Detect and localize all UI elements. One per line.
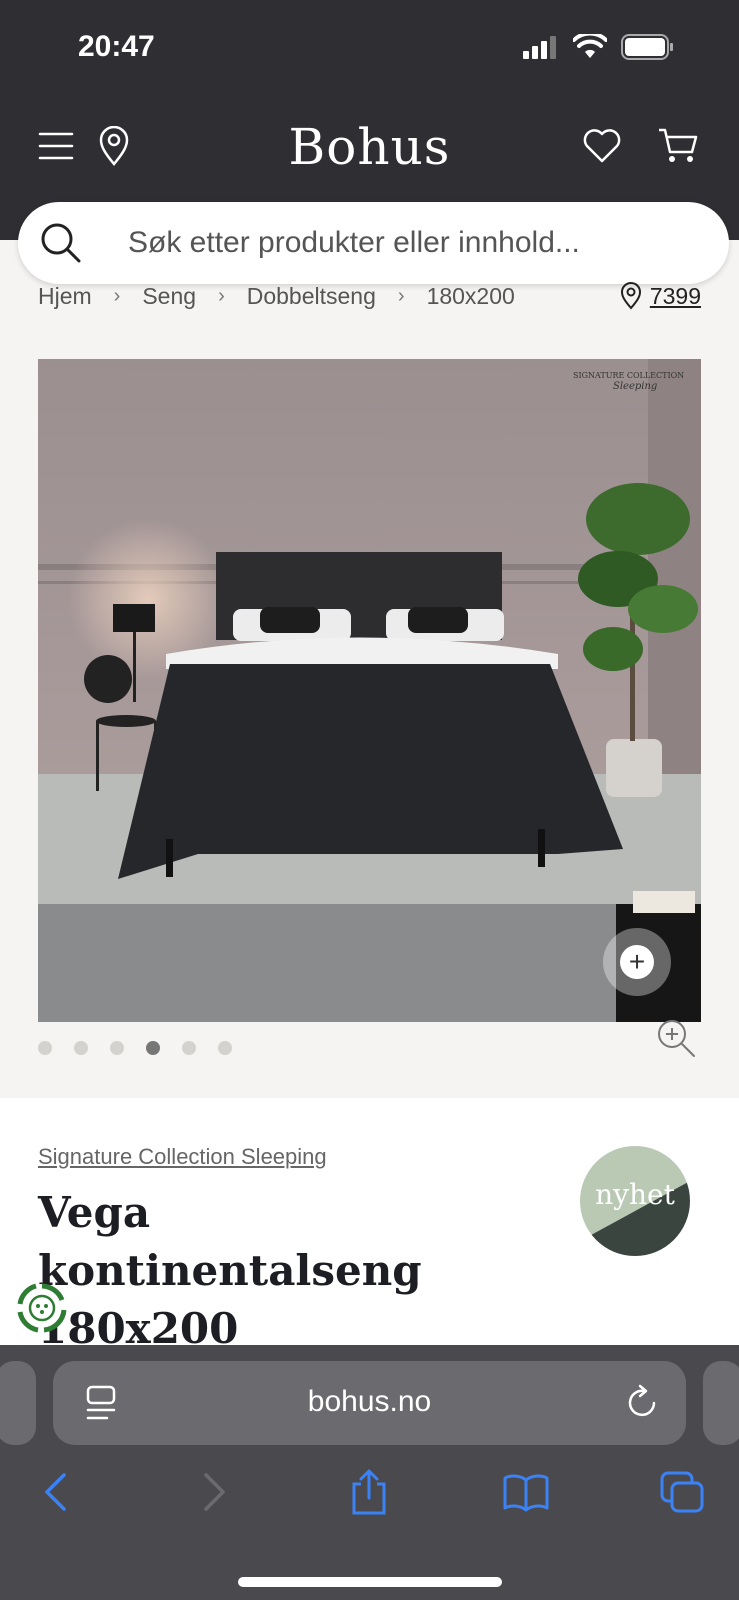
- home-indicator: [238, 1577, 502, 1587]
- magnifier-zoom-icon[interactable]: [656, 1018, 698, 1060]
- bedroom-illustration: SIGNATURE COLLECTION Sleeping: [38, 359, 701, 1022]
- gallery-dot[interactable]: [110, 1041, 124, 1055]
- breadcrumb: Hjem › Seng › Dobbeltseng › 180x200: [38, 283, 515, 310]
- gallery-dot[interactable]: [182, 1041, 196, 1055]
- breadcrumb-dobbeltseng[interactable]: Dobbeltseng: [247, 283, 376, 310]
- gallery-dot[interactable]: [74, 1041, 88, 1055]
- search-icon: [41, 223, 81, 263]
- breadcrumb-size[interactable]: 180x200: [427, 283, 515, 310]
- store-number[interactable]: 7399: [650, 283, 701, 310]
- cart-icon[interactable]: [654, 122, 702, 170]
- url-text[interactable]: bohus.no: [53, 1385, 686, 1419]
- next-tab[interactable]: [703, 1361, 739, 1445]
- brand-link[interactable]: Signature Collection Sleeping: [38, 1144, 327, 1170]
- signal-icon: [523, 36, 556, 59]
- store-selector[interactable]: 7399: [620, 282, 701, 310]
- breadcrumb-separator: ›: [397, 285, 405, 307]
- battery-icon: [621, 34, 673, 60]
- breadcrumb-seng[interactable]: Seng: [142, 283, 196, 310]
- bohus-logo[interactable]: Bohus: [0, 118, 739, 176]
- search-bar[interactable]: [18, 202, 729, 284]
- store-pin-icon: [620, 282, 641, 310]
- plus-icon: +: [620, 945, 654, 979]
- gallery-dot[interactable]: [38, 1041, 52, 1055]
- browser-toolbar: [0, 1457, 739, 1527]
- previous-tab[interactable]: [0, 1361, 36, 1445]
- product-title: Vega kontinentalseng 180x200: [38, 1188, 422, 1353]
- browser-chrome: bohus.no: [0, 1345, 739, 1600]
- zoom-button[interactable]: +: [603, 928, 671, 996]
- back-icon[interactable]: [25, 1457, 85, 1527]
- tabs-icon[interactable]: [652, 1457, 712, 1527]
- product-info: Signature Collection Sleeping Vega konti…: [0, 1098, 739, 1358]
- heart-icon[interactable]: [578, 122, 626, 170]
- bookmarks-icon[interactable]: [496, 1457, 556, 1527]
- new-badge: nyhet: [580, 1146, 690, 1256]
- share-icon[interactable]: [339, 1457, 399, 1527]
- new-badge-text: nyhet: [595, 1178, 675, 1211]
- eco-badge-icon[interactable]: [14, 1280, 70, 1336]
- status-icons: [521, 34, 675, 60]
- breadcrumb-home[interactable]: Hjem: [38, 283, 92, 310]
- watermark-line2: Sleeping: [613, 381, 657, 392]
- gallery-dots: [38, 1041, 232, 1055]
- status-time: 20:47: [78, 30, 155, 63]
- forward-icon[interactable]: [185, 1457, 245, 1527]
- breadcrumb-separator: ›: [218, 285, 225, 307]
- address-bar[interactable]: bohus.no: [53, 1361, 686, 1445]
- nav-row: Bohus: [0, 110, 739, 185]
- wifi-icon: [573, 34, 607, 58]
- product-image[interactable]: SIGNATURE COLLECTION Sleeping: [38, 359, 701, 1022]
- watermark-line1: SIGNATURE COLLECTION: [573, 371, 684, 380]
- search-input[interactable]: [128, 202, 708, 284]
- breadcrumb-separator: ›: [113, 285, 121, 307]
- gallery-dot[interactable]: [218, 1041, 232, 1055]
- gallery-dot-active[interactable]: [146, 1041, 160, 1055]
- reload-icon[interactable]: [626, 1383, 660, 1419]
